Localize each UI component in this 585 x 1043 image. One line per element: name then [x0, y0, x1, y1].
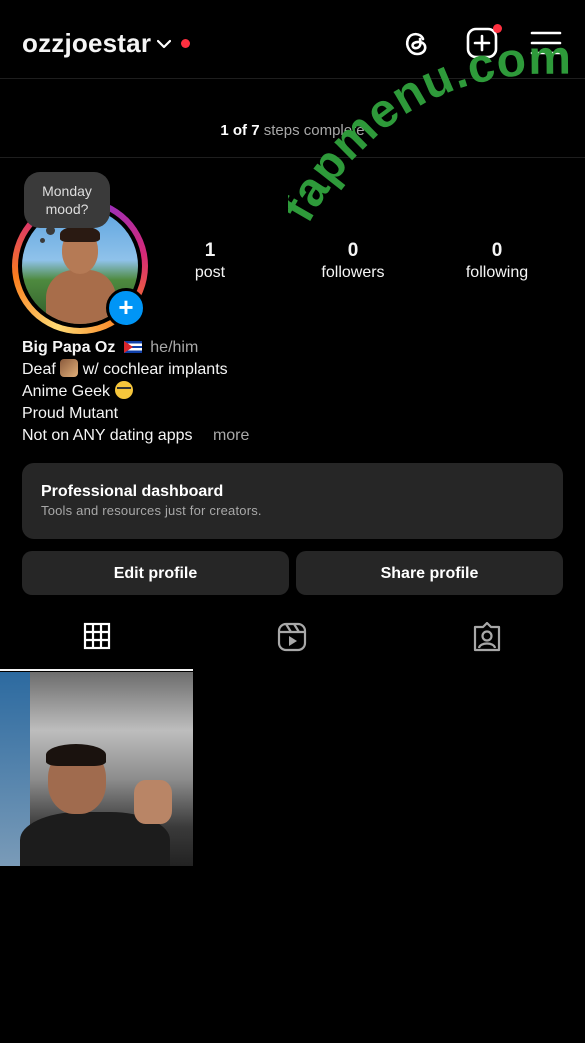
tab-tagged[interactable] — [467, 622, 507, 662]
create-post-button[interactable] — [465, 24, 502, 60]
display-name: Big Papa Oz — [22, 339, 116, 356]
edit-profile-button[interactable]: Edit profile — [22, 551, 289, 595]
bio: Big Papa Oz he/him Deaf w/ cochlear impl… — [22, 337, 249, 447]
bio-line: w/ cochlear implants — [82, 361, 228, 378]
active-tab-indicator — [0, 669, 193, 671]
tab-posts-grid[interactable] — [77, 622, 117, 662]
add-story-button[interactable]: + — [106, 288, 146, 328]
bio-line: Anime Geek — [22, 383, 111, 400]
onboarding-steps[interactable]: 1 of 7 steps complete — [0, 122, 585, 139]
stat-value: 0 — [491, 240, 503, 261]
nerd-face-icon — [114, 381, 133, 399]
tagged-icon — [473, 622, 501, 652]
cuba-flag-icon — [123, 341, 142, 353]
divider — [0, 157, 585, 158]
notification-dot — [181, 39, 191, 48]
steps-count: 1 of 7 — [220, 122, 260, 139]
stat-label: following — [465, 264, 529, 281]
note-text: Monday mood? — [42, 183, 92, 217]
stat-label: post — [194, 264, 226, 281]
notification-dot — [493, 24, 502, 33]
following-count[interactable]: 0 following — [427, 240, 567, 282]
note-bubble[interactable]: Monday mood? — [24, 172, 110, 228]
tab-reels[interactable] — [272, 622, 312, 662]
steps-label: steps complete — [263, 122, 365, 139]
grid-icon — [83, 622, 111, 650]
username: ozzjoestar — [22, 28, 152, 58]
professional-dashboard[interactable]: Professional dashboard Tools and resourc… — [22, 463, 563, 539]
share-profile-button[interactable]: Share profile — [296, 551, 563, 595]
threads-icon[interactable] — [399, 26, 433, 60]
dashboard-subtitle: Tools and resources just for creators. — [41, 503, 262, 518]
bio-line: Not on ANY dating apps — [22, 427, 193, 444]
bio-line: Deaf — [22, 361, 56, 378]
account-switcher[interactable]: ozzjoestar — [22, 28, 191, 59]
stat-value: 1 — [204, 240, 216, 261]
bio-more-link[interactable]: more — [213, 427, 249, 444]
dashboard-title: Professional dashboard — [41, 483, 224, 500]
stat-label: followers — [321, 264, 385, 281]
followers-count[interactable]: 0 followers — [283, 240, 423, 282]
emoji-icon — [60, 359, 79, 377]
chevron-down-icon — [157, 39, 172, 49]
divider — [0, 78, 585, 79]
note-bubble-tail — [46, 226, 55, 235]
post-thumbnail[interactable] — [0, 672, 193, 866]
posts-count[interactable]: 1 post — [140, 240, 280, 282]
hamburger-menu-icon[interactable] — [530, 26, 564, 60]
watermark-logo: fapmenu.com — [288, 40, 571, 230]
bio-line: Proud Mutant — [22, 405, 119, 422]
reels-icon — [277, 622, 307, 652]
pronouns: he/him — [150, 339, 199, 356]
stat-value: 0 — [347, 240, 359, 261]
note-bubble-tail — [40, 238, 45, 243]
